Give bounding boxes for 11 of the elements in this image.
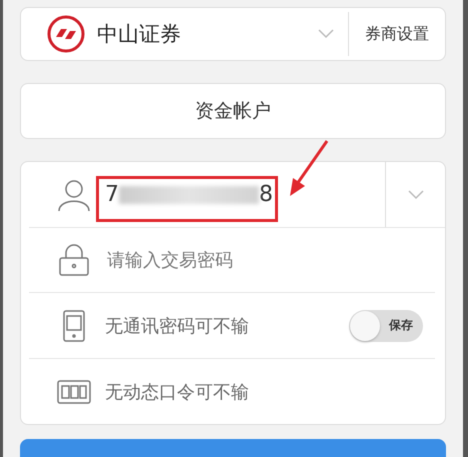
account-field[interactable]: 7 8 bbox=[105, 162, 385, 227]
save-toggle[interactable]: 保存 bbox=[349, 310, 423, 342]
option-label: 无通讯密码可不输 bbox=[105, 314, 250, 338]
account-number-end: 8 bbox=[259, 182, 273, 208]
option-label: 无动态口令可不输 bbox=[105, 380, 250, 404]
broker-selector[interactable]: 中山证券 券商设置 bbox=[20, 7, 446, 62]
broker-settings-button[interactable]: 券商设置 bbox=[348, 12, 445, 56]
password-field[interactable]: 请输入交易密码 bbox=[105, 248, 435, 272]
account-type-button[interactable]: 资金帐户 bbox=[20, 83, 446, 140]
account-number-start: 7 bbox=[105, 182, 119, 208]
broker-name: 中山证券 bbox=[97, 21, 182, 48]
